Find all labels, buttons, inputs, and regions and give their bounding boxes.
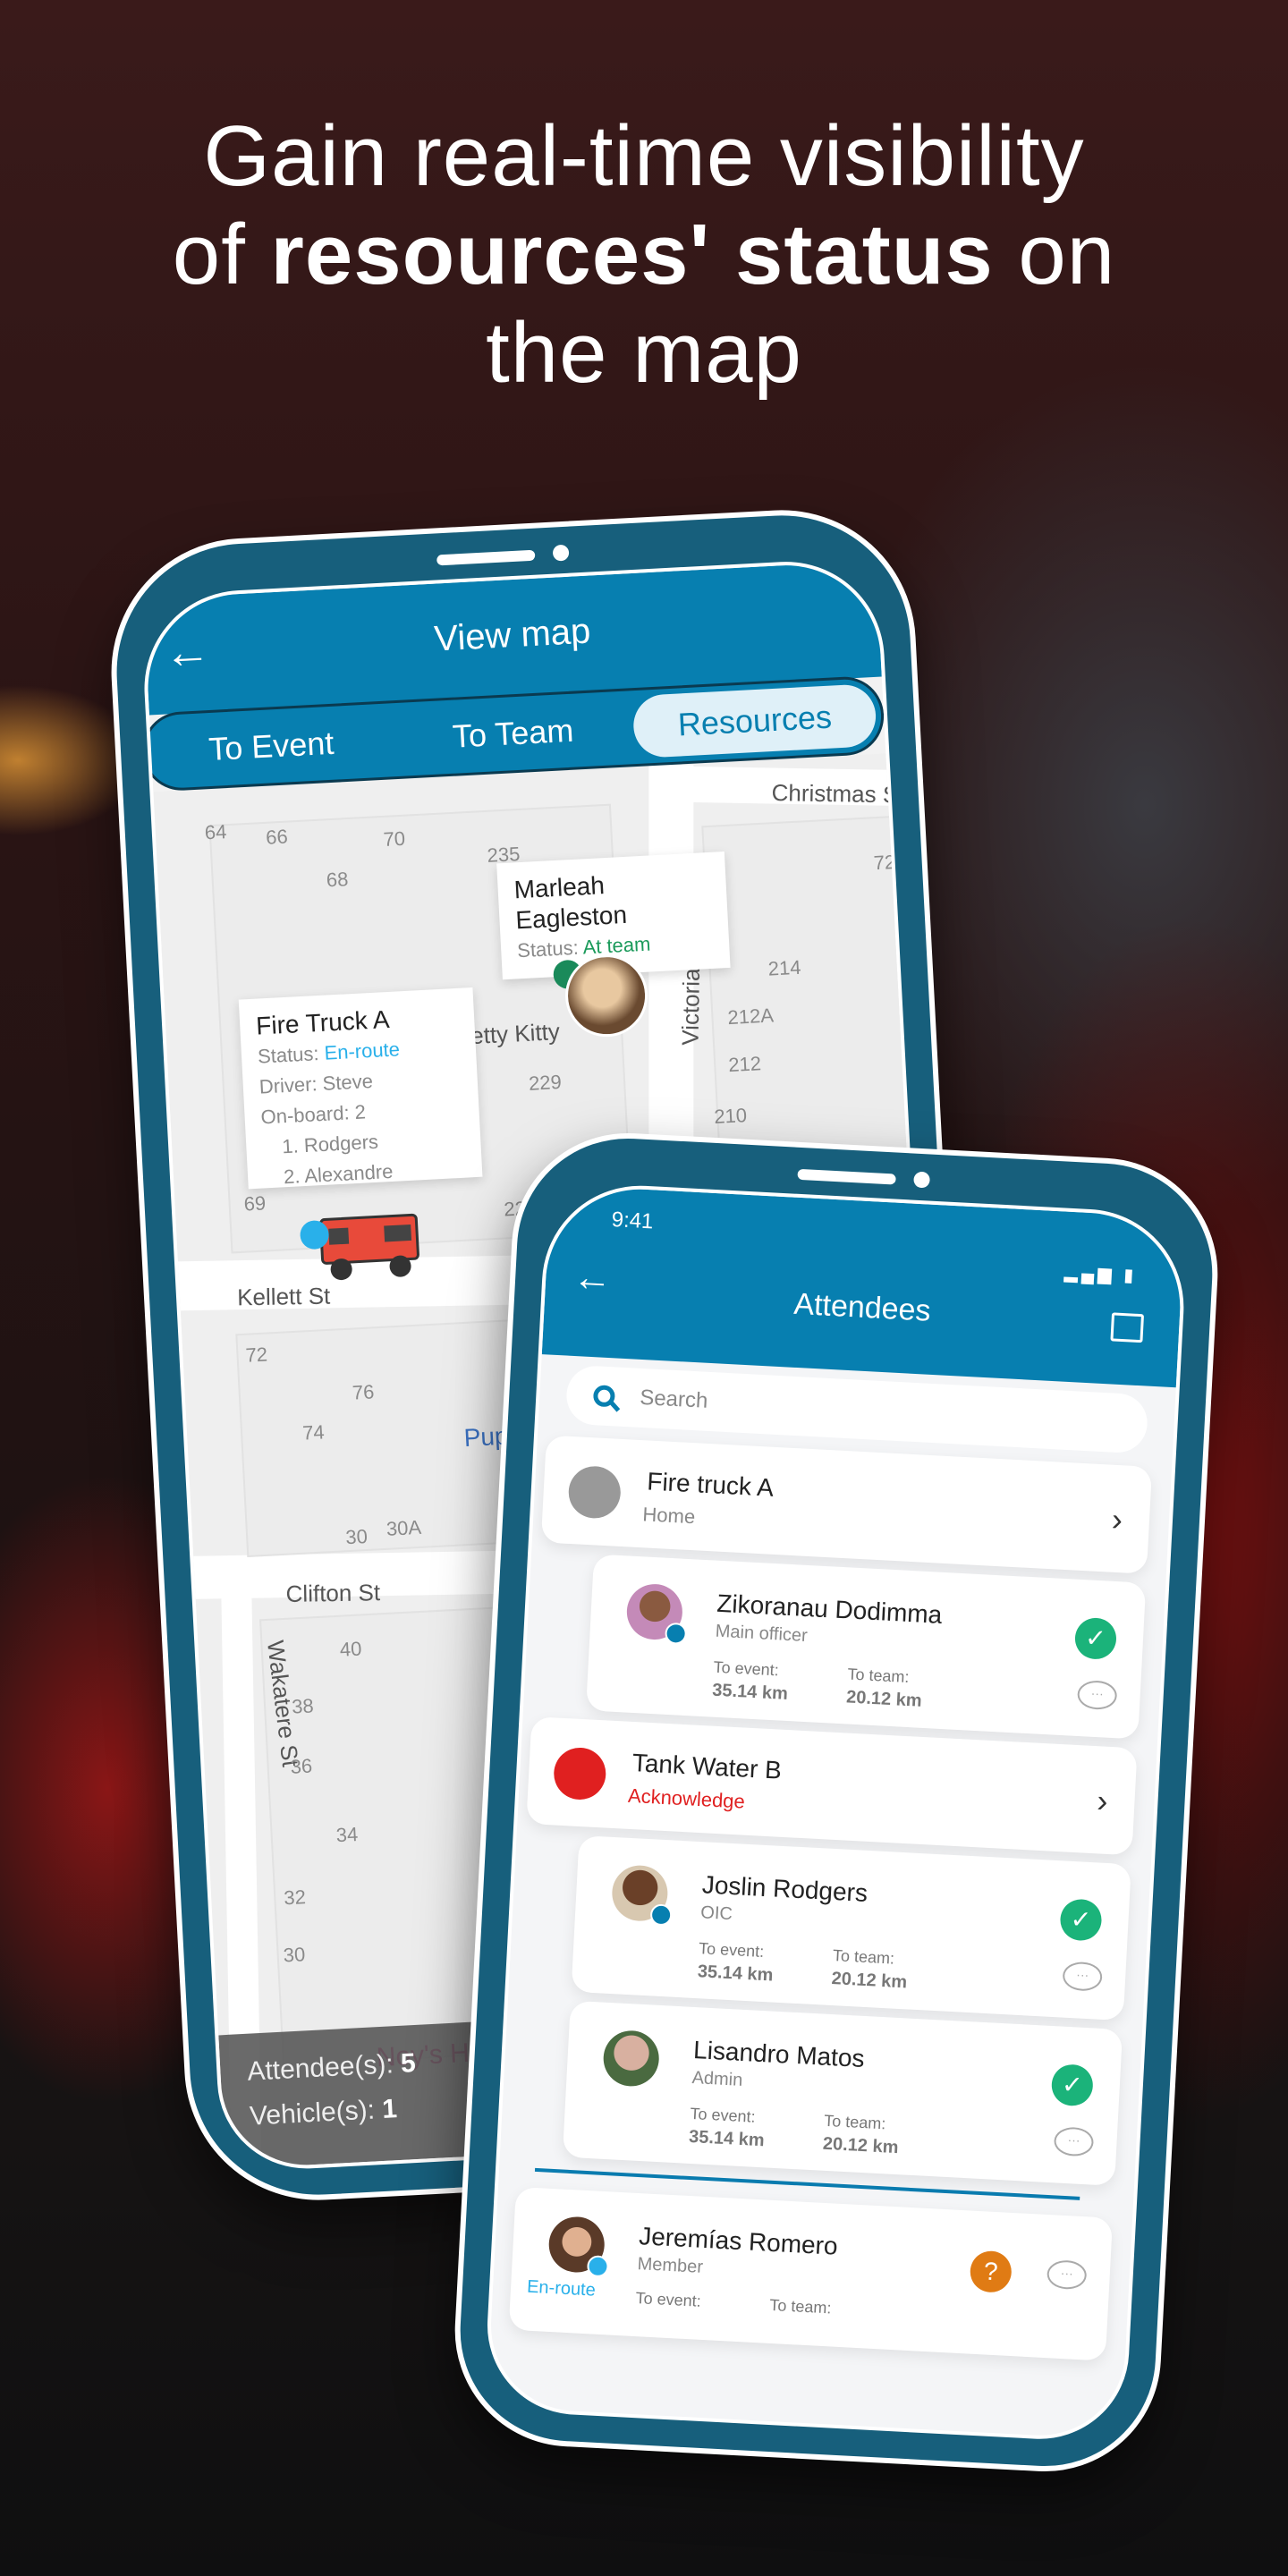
check-icon: ✓ [1073, 1616, 1118, 1661]
distance-to-event: To event: 35.14 km [688, 2104, 766, 2151]
map-label: 76 [352, 1380, 376, 1404]
map-label: 68 [326, 868, 349, 892]
vehicle-status: Home [641, 1503, 696, 1529]
map-label: 212A [726, 1004, 775, 1030]
vehicle-popup[interactable]: Fire Truck A Status: En-route Driver: St… [238, 987, 483, 1190]
map-label: etty Kitty [470, 1017, 561, 1050]
fire-truck-icon[interactable] [309, 1206, 425, 1281]
speaker [797, 1168, 896, 1185]
headline-text: of [172, 207, 271, 302]
map-label: 32 [283, 1885, 307, 1910]
map-label: 30A [386, 1515, 422, 1540]
camera [913, 1171, 931, 1189]
map-label: 229 [528, 1070, 563, 1095]
vehicle-status-dot [552, 1746, 607, 1801]
headline-line-2: of resources' status on [0, 206, 1288, 304]
speaker [436, 549, 536, 566]
camera [552, 544, 570, 562]
phone-attendees: 9:41 ▂▄▆ ▮ ← Attendees Search Fire truck… [449, 1127, 1224, 2478]
headline-bold: resources' status [270, 207, 994, 302]
vehicle-name: Tank Water B [631, 1749, 783, 1784]
headline-line-3: the map [486, 305, 802, 401]
chevron-right-icon[interactable]: › [1111, 1501, 1123, 1539]
distance-to-event: To event: 35.14 km [711, 1657, 789, 1704]
headline-text: on [993, 207, 1116, 302]
tab-resources[interactable]: Resources [631, 683, 877, 759]
headline-line-1: Gain real-time visibility [203, 108, 1085, 204]
avatar [602, 2029, 661, 2088]
search-placeholder: Search [639, 1385, 709, 1413]
signal-wifi-battery-icon: ▂▄▆ ▮ [1063, 1262, 1138, 1286]
member-card[interactable]: Lisandro Matos Admin To event: 35.14 km T… [562, 2000, 1123, 2186]
distance-to-team: To team: 20.12 km [831, 1946, 908, 1993]
check-icon: ✓ [1050, 2063, 1094, 2107]
map-label: 30 [283, 1943, 306, 1967]
map-label: 212 [727, 1052, 762, 1077]
chevron-right-icon[interactable]: › [1096, 1782, 1108, 1820]
member-role: Member [637, 2254, 704, 2277]
map-label: 34 [335, 1822, 359, 1847]
attendees-screen: 9:41 ▂▄▆ ▮ ← Attendees Search Fire truck… [482, 1181, 1189, 2444]
check-icon: ✓ [1059, 1898, 1103, 1942]
officer-badge-icon [665, 1622, 688, 1645]
chat-icon[interactable]: ··· [1062, 1961, 1103, 1992]
map-label: 74 [301, 1420, 326, 1445]
member-card[interactable]: En-route Jeremías Romero Member To event… [508, 2186, 1114, 2361]
tab-to-team[interactable]: To Team [391, 708, 634, 758]
member-card[interactable]: Joslin Rodgers OIC To event: 35.14 km To … [571, 1835, 1131, 2021]
question-icon: ? [969, 2250, 1013, 2293]
member-role: OIC [699, 1902, 733, 1925]
vehicle-name: Fire truck A [646, 1467, 775, 1502]
tab-to-event[interactable]: To Event [149, 721, 393, 771]
distance-to-event: To event: [635, 2289, 702, 2310]
map-label: 40 [339, 1637, 363, 1661]
member-card[interactable]: Zikoranau Dodimma Main officer To event:… [585, 1554, 1147, 1740]
status-time: 9:41 [611, 1207, 655, 1234]
vehicle-status: Acknowledge [627, 1784, 746, 1813]
chat-icon[interactable]: ··· [1076, 1679, 1118, 1711]
attendee-list: Fire truck A Home › Zikoranau Dodimma Ma… [490, 1435, 1172, 2371]
headline: Gain real-time visibility of resources' … [0, 107, 1288, 402]
distance-to-team: To team: 20.12 km [822, 2111, 899, 2158]
search-icon [592, 1385, 616, 1408]
vehicle-card[interactable]: Tank Water B Acknowledge › [526, 1716, 1138, 1856]
map-label: 38 [291, 1694, 315, 1718]
map-label: 70 [382, 826, 406, 851]
en-route-dot [586, 2255, 610, 2278]
member-name: Lisandro Matos [692, 2036, 866, 2073]
map-label: Christmas St [771, 778, 905, 809]
vehicle-card[interactable]: Fire truck A Home › [540, 1435, 1153, 1574]
map-label: Kellett St [236, 1282, 331, 1311]
map-label: 72 [873, 851, 896, 875]
map-label: 36 [290, 1754, 313, 1778]
map-label: 30 [344, 1524, 369, 1549]
officer-badge-icon [649, 1903, 673, 1927]
distance-to-team: To team: [768, 2295, 832, 2318]
map-label: 64 [204, 820, 228, 844]
map-label: 214 [767, 955, 802, 980]
chat-icon[interactable]: ··· [1046, 2259, 1088, 2291]
page-title: View map [433, 611, 592, 659]
en-route-label: En-route [526, 2276, 597, 2301]
person-name: Marleah Eagleston [513, 871, 628, 935]
map-icon[interactable] [1110, 1312, 1145, 1343]
header: 9:41 ▂▄▆ ▮ ← Attendees [541, 1184, 1185, 1388]
map-label: 72 [244, 1343, 268, 1367]
map-label: Clifton St [285, 1579, 381, 1607]
member-role: Admin [691, 2067, 743, 2090]
map-label: 69 [243, 1191, 267, 1216]
status-value: At team [581, 932, 651, 959]
distance-to-team: To team: 20.12 km [845, 1665, 923, 1711]
status-value: En-route [323, 1038, 401, 1064]
map-label: 66 [265, 825, 289, 849]
map-label: 210 [713, 1104, 748, 1129]
vehicle-status-dot [567, 1464, 623, 1520]
distance-to-event: To event: 35.14 km [697, 1939, 774, 1986]
chat-icon[interactable]: ··· [1053, 2126, 1095, 2157]
member-role: Main officer [715, 1621, 809, 1647]
member-name: Joslin Rodgers [701, 1870, 869, 1907]
